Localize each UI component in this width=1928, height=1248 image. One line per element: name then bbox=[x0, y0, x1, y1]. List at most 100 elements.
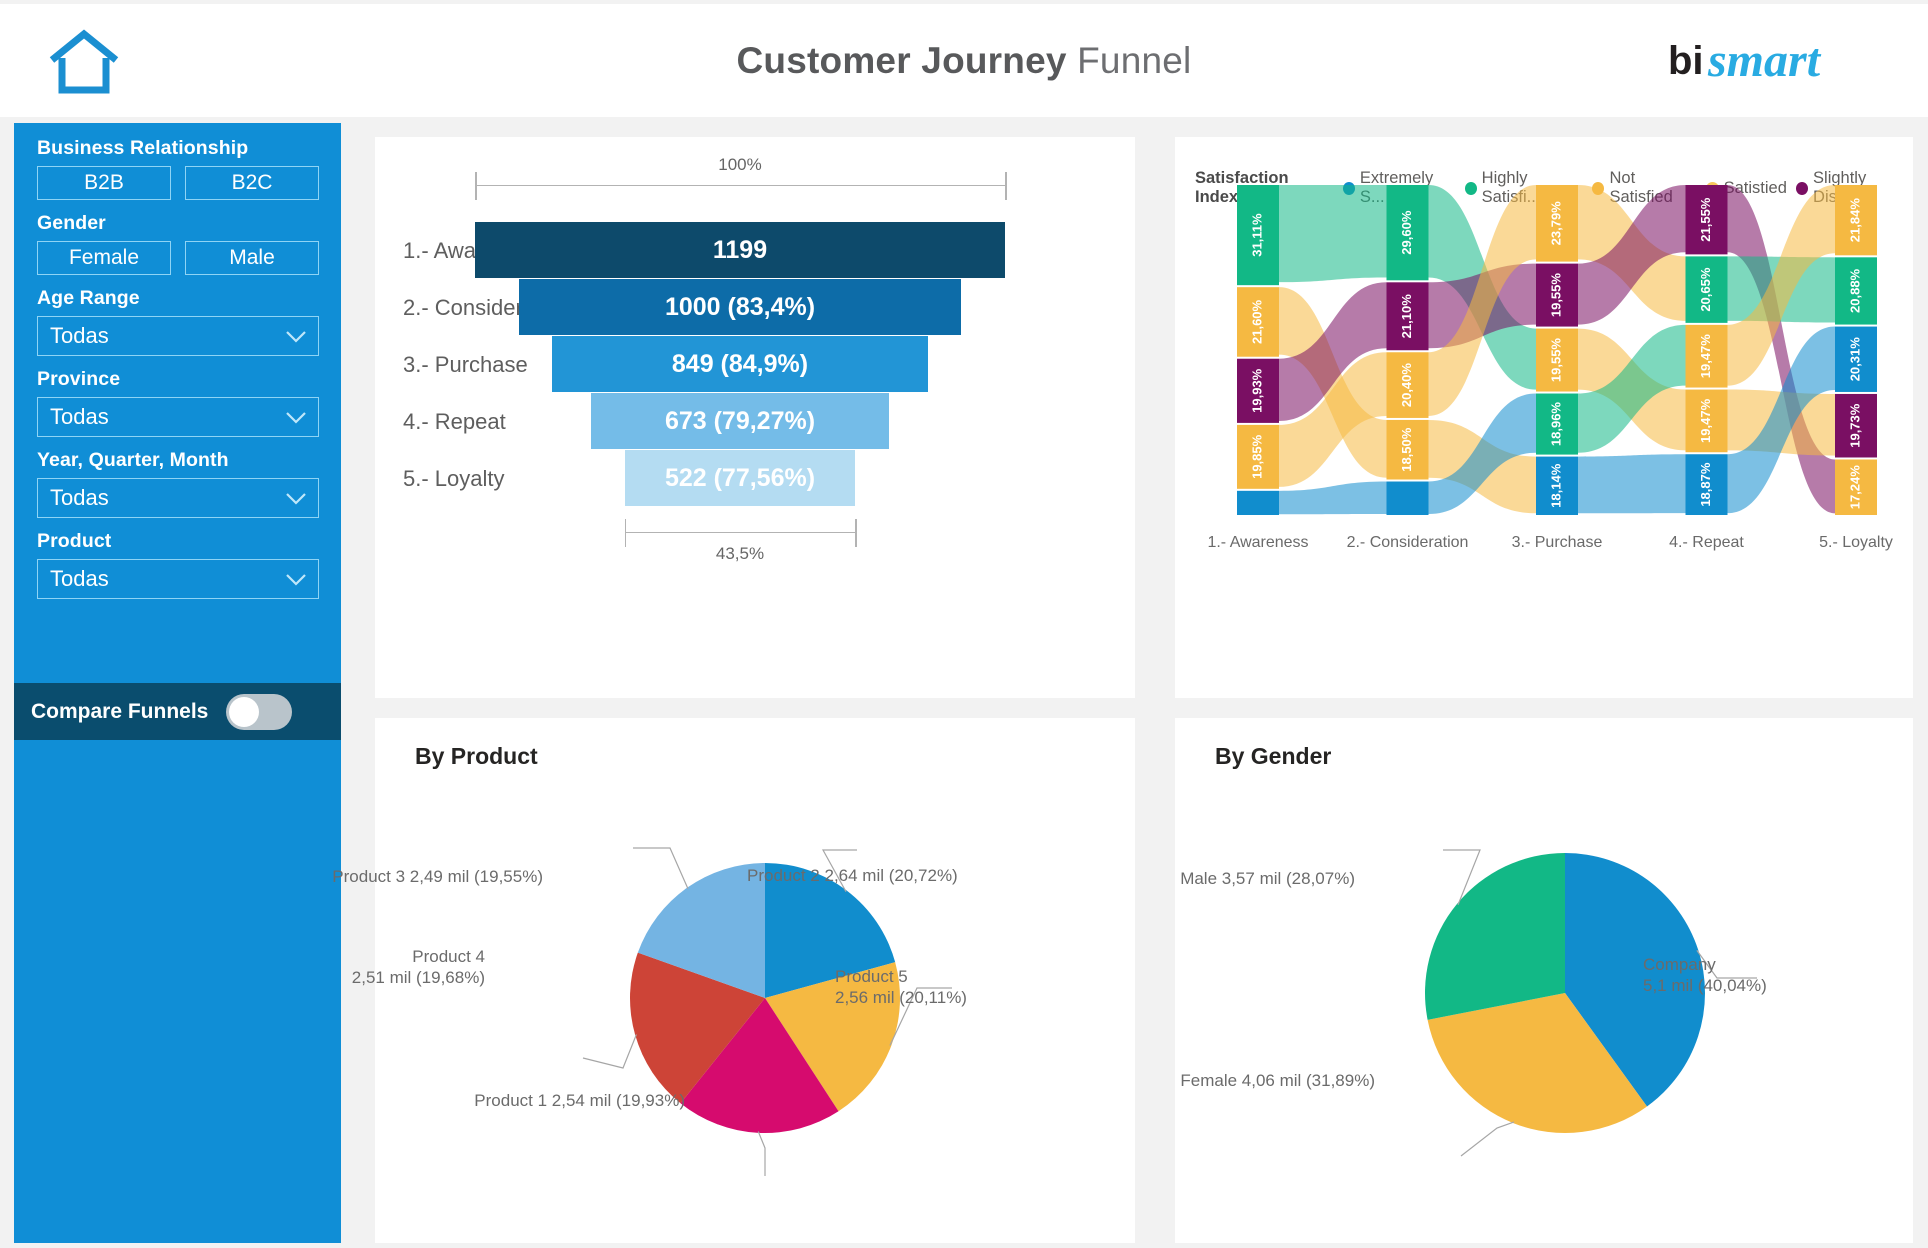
filter-select-value: Todas bbox=[50, 485, 109, 510]
by-gender-card: By Gender Company 5,1 mil (40,04%) Female… bbox=[1175, 718, 1913, 1243]
sankey-link[interactable] bbox=[1279, 481, 1387, 515]
filter-button-b2c[interactable]: B2C bbox=[185, 166, 319, 200]
dashboard-root: Customer Journey Funnel bi smart Busines… bbox=[0, 0, 1928, 1248]
sankey-node-label: 21,55% bbox=[1698, 197, 1713, 242]
pie-leader-line bbox=[582, 1034, 637, 1069]
funnel-row: 1.- Awareness 1199 bbox=[403, 222, 1103, 278]
funnel-stage-label: 4.- Repeat bbox=[403, 409, 506, 434]
sankey-node-label: 19,47% bbox=[1698, 334, 1713, 379]
filter-label: Province bbox=[37, 368, 121, 390]
funnel-chart-card: 100% 1.- Awareness 1199 2.- Consideration 10… bbox=[375, 137, 1135, 698]
filter-select-province[interactable]: Todas bbox=[37, 397, 319, 437]
sankey-node[interactable] bbox=[1237, 490, 1279, 515]
funnel-bar[interactable]: 849 (84,9%) bbox=[552, 336, 928, 392]
sankey-link[interactable] bbox=[1279, 185, 1387, 283]
pie-slice[interactable] bbox=[1425, 853, 1565, 1020]
funnel-row: 4.- Repeat 673 (79,27%) bbox=[403, 393, 1103, 449]
pie-slice-label: Product 2 2,64 mil (20,72%) bbox=[747, 866, 958, 885]
chevron-down-icon bbox=[286, 330, 306, 343]
filter-group-province: Province Todas bbox=[14, 368, 341, 437]
sankey-node-label: 23,79% bbox=[1548, 201, 1563, 246]
sankey-node[interactable] bbox=[1386, 481, 1429, 515]
page-title: Customer Journey Funnel bbox=[0, 40, 1928, 82]
compare-funnels-bar: Compare Funnels bbox=[14, 683, 341, 740]
funnel-axis-cap bbox=[855, 519, 857, 547]
filter-group-gender: Gender Female Male bbox=[14, 212, 341, 275]
sankey-node-label: 19,73% bbox=[1847, 403, 1862, 448]
bismart-logo: bi smart bbox=[1660, 28, 1900, 90]
filter-select-value: Todas bbox=[50, 566, 109, 591]
funnel-bar[interactable]: 1199 bbox=[475, 222, 1005, 278]
filter-label: Business Relationship bbox=[37, 137, 249, 159]
sankey-node-label: 21,10% bbox=[1399, 294, 1414, 339]
by-gender-title: By Gender bbox=[1215, 743, 1332, 769]
funnel-axis-bottom-label: 43,5% bbox=[715, 544, 765, 563]
funnel-axis-top-label: 100% bbox=[718, 155, 762, 174]
logo-bi-text: bi bbox=[1668, 39, 1704, 83]
page-header: Customer Journey Funnel bi smart bbox=[0, 4, 1928, 117]
funnel-bar[interactable]: 673 (79,27%) bbox=[591, 393, 889, 449]
sankey-node-label: 20,31% bbox=[1847, 337, 1862, 382]
sankey-stage-label: 4.- Repeat bbox=[1669, 534, 1744, 551]
sankey-node-label: 21,84% bbox=[1847, 198, 1862, 243]
pie-slice-label: Female 4,06 mil (31,89%) bbox=[1180, 1071, 1375, 1090]
filter-label: Year, Quarter, Month bbox=[37, 449, 229, 471]
filter-button-b2b[interactable]: B2B bbox=[37, 166, 171, 200]
sankey-chart-card: Satisfaction Index Extremely S...Highly … bbox=[1175, 137, 1913, 698]
funnel-row: 5.- Loyalty 522 (77,56%) bbox=[403, 450, 1103, 506]
sankey-node-label: 19,55% bbox=[1548, 273, 1563, 318]
pie-slice-label: Product 4 2,51 mil (19,68%) bbox=[351, 947, 485, 987]
pie-leader-line bbox=[633, 847, 689, 890]
filter-label: Product bbox=[37, 530, 112, 552]
pie-slice-label: Male 3,57 mil (28,07%) bbox=[1180, 869, 1355, 888]
filter-group-business-relationship: Business Relationship B2B B2C bbox=[14, 137, 341, 200]
filter-select-value: Todas bbox=[50, 323, 109, 348]
funnel-row: 2.- Consideration 1000 (83,4%) bbox=[403, 279, 1103, 335]
page-title-light: Funnel bbox=[1077, 40, 1192, 81]
filter-select-year-quarter-month[interactable]: Todas bbox=[37, 478, 319, 518]
chevron-down-icon bbox=[286, 411, 306, 424]
sankey-node-label: 19,85% bbox=[1249, 434, 1264, 479]
pie-slice-label: Product 1 2,54 mil (19,93%) bbox=[474, 1091, 685, 1110]
sankey-node-label: 20,88% bbox=[1847, 268, 1862, 313]
funnel-bar[interactable]: 522 (77,56%) bbox=[624, 450, 856, 506]
sankey-node-label: 19,55% bbox=[1548, 338, 1563, 383]
filter-select-age-range[interactable]: Todas bbox=[37, 316, 319, 356]
filter-label: Gender bbox=[37, 212, 106, 234]
sankey-node-label: 17,24% bbox=[1847, 465, 1862, 510]
funnel-axis-bottom bbox=[624, 532, 856, 533]
funnel-bar[interactable]: 1000 (83,4%) bbox=[518, 279, 961, 335]
funnel-axis-cap bbox=[1005, 172, 1007, 200]
page-title-bold: Customer Journey bbox=[736, 40, 1067, 81]
sankey-node-label: 18,14% bbox=[1548, 463, 1563, 508]
sankey-node-label: 29,60% bbox=[1399, 210, 1414, 255]
pie-slice-label: Company 5,1 mil (40,04%) bbox=[1643, 955, 1767, 995]
pie-leader-line bbox=[757, 1131, 766, 1176]
filter-button-female[interactable]: Female bbox=[37, 241, 171, 275]
filter-group-age-range: Age Range Todas bbox=[14, 287, 341, 356]
sankey-node-label: 18,96% bbox=[1548, 402, 1563, 447]
compare-funnels-label: Compare Funnels bbox=[31, 699, 209, 723]
sankey-link[interactable] bbox=[1578, 454, 1686, 514]
sankey-node-label: 19,93% bbox=[1249, 368, 1264, 413]
compare-funnels-toggle[interactable] bbox=[226, 693, 293, 730]
pie-leader-line bbox=[1460, 1121, 1515, 1157]
filter-label: Age Range bbox=[37, 287, 140, 309]
sankey-node-label: 20,65% bbox=[1698, 267, 1713, 312]
sankey-svg: 31,11% 21,60% 19,93% 19,85% 29,60% 21,10% 20,4… bbox=[1237, 185, 1877, 515]
funnel-axis-cap bbox=[475, 172, 477, 200]
funnel-row: 3.- Purchase 849 (84,9%) bbox=[403, 336, 1103, 392]
filter-select-product[interactable]: Todas bbox=[37, 559, 319, 599]
pie-svg bbox=[1425, 849, 1757, 1157]
funnel-axis-cap bbox=[624, 519, 627, 547]
pie-slice-label: Product 5 2,56 mil (20,11%) bbox=[835, 967, 967, 1007]
funnel-axis-top bbox=[475, 185, 1005, 186]
filter-button-male[interactable]: Male bbox=[185, 241, 319, 275]
sankey-node-label: 31,11% bbox=[1249, 213, 1264, 257]
logo-smart-text: smart bbox=[1707, 34, 1822, 87]
filter-group-product: Product Todas bbox=[14, 530, 341, 599]
sankey-node-label: 18,87% bbox=[1698, 462, 1713, 507]
sankey-stage-label: 1.- Awareness bbox=[1207, 534, 1309, 551]
sankey-node-label: 21,60% bbox=[1249, 299, 1264, 344]
by-product-title: By Product bbox=[415, 743, 538, 769]
